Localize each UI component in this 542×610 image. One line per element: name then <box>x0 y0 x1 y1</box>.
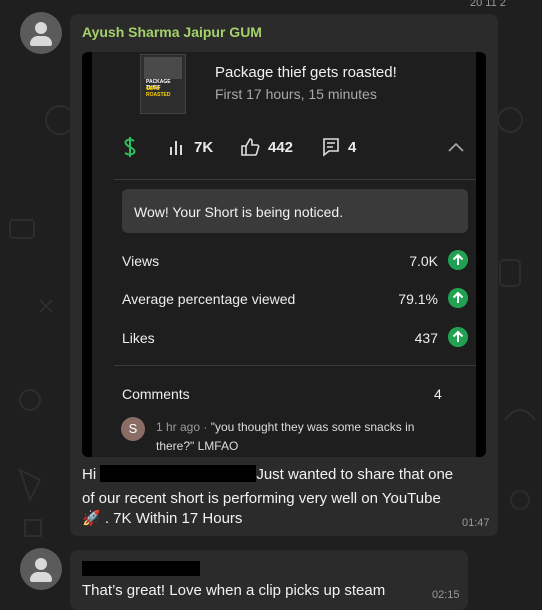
views-stat: 7K <box>168 134 213 160</box>
metric-label: Likes <box>122 330 155 346</box>
likes-count: 442 <box>268 138 294 156</box>
metric-row-views: Views 7.0K <box>122 250 468 274</box>
chevron-up-icon[interactable] <box>448 134 472 160</box>
comment-icon <box>323 138 339 157</box>
comments-count: 4 <box>348 138 357 156</box>
clipped-timestamp: 20 11 2 <box>470 0 506 9</box>
metric-value: 437 <box>414 330 438 346</box>
redacted-name <box>100 465 257 482</box>
views-count: 7K <box>194 138 214 156</box>
divider <box>114 179 476 180</box>
message-text-line3: 🚀 . 7K Within 17 Hours <box>82 510 243 527</box>
message-time: 01:47 <box>462 517 490 529</box>
commenter-avatar: S <box>121 417 145 441</box>
notice-text: Wow! Your Short is being noticed. <box>134 204 344 220</box>
divider <box>114 365 476 366</box>
sender-name[interactable]: Ayush Sharma Jaipur GUM <box>82 24 262 40</box>
youtube-analytics-screenshot[interactable]: PACKAGE THIEF GETS ROASTED Package thief… <box>82 52 486 457</box>
redacted-sender-name <box>82 561 200 576</box>
comments-total: 4 <box>434 386 442 402</box>
likes-stat: 442 <box>240 134 293 160</box>
metric-value: 79.1% <box>398 291 438 307</box>
arrow-up-icon <box>448 288 468 308</box>
comment-text: 1 hr ago · "you thought they was some sn… <box>156 418 456 456</box>
arrow-up-icon <box>448 250 468 270</box>
message-2-time: 02:15 <box>432 589 460 601</box>
video-thumbnail: PACKAGE THIEF GETS ROASTED <box>140 54 186 114</box>
notice-banner: Wow! Your Short is being noticed. <box>122 189 468 233</box>
monetization-icon <box>122 134 146 160</box>
sender-avatar-2[interactable] <box>20 548 62 590</box>
comment-time: 1 hr ago · <box>156 420 211 434</box>
bar-chart-icon <box>170 141 182 155</box>
thumb-text-2: GETS ROASTED <box>146 86 171 98</box>
metric-row-avg-viewed: Average percentage viewed 79.1% <box>122 288 468 312</box>
metric-row-likes: Likes 437 <box>122 327 468 351</box>
message-text-rest: Just wanted to share that one <box>256 466 454 483</box>
arrow-up-icon <box>448 327 468 347</box>
comments-stat: 4 <box>322 134 356 160</box>
metric-value: 7.0K <box>409 253 438 269</box>
greeting: Hi <box>82 466 97 483</box>
stats-row: 7K 442 4 <box>122 134 464 160</box>
message-text-line1: Hi Just wanted to share that one <box>82 463 453 487</box>
metric-label: Average percentage viewed <box>122 291 296 307</box>
comments-label: Comments <box>122 386 190 402</box>
message-2-text: That’s great! Love when a clip picks up … <box>82 582 386 599</box>
video-subtitle: First 17 hours, 15 minutes <box>215 86 377 102</box>
sender-avatar[interactable] <box>20 12 62 54</box>
video-title: Package thief gets roasted! <box>215 64 397 81</box>
metric-label: Views <box>122 253 160 269</box>
thumbs-up-icon <box>241 138 260 156</box>
